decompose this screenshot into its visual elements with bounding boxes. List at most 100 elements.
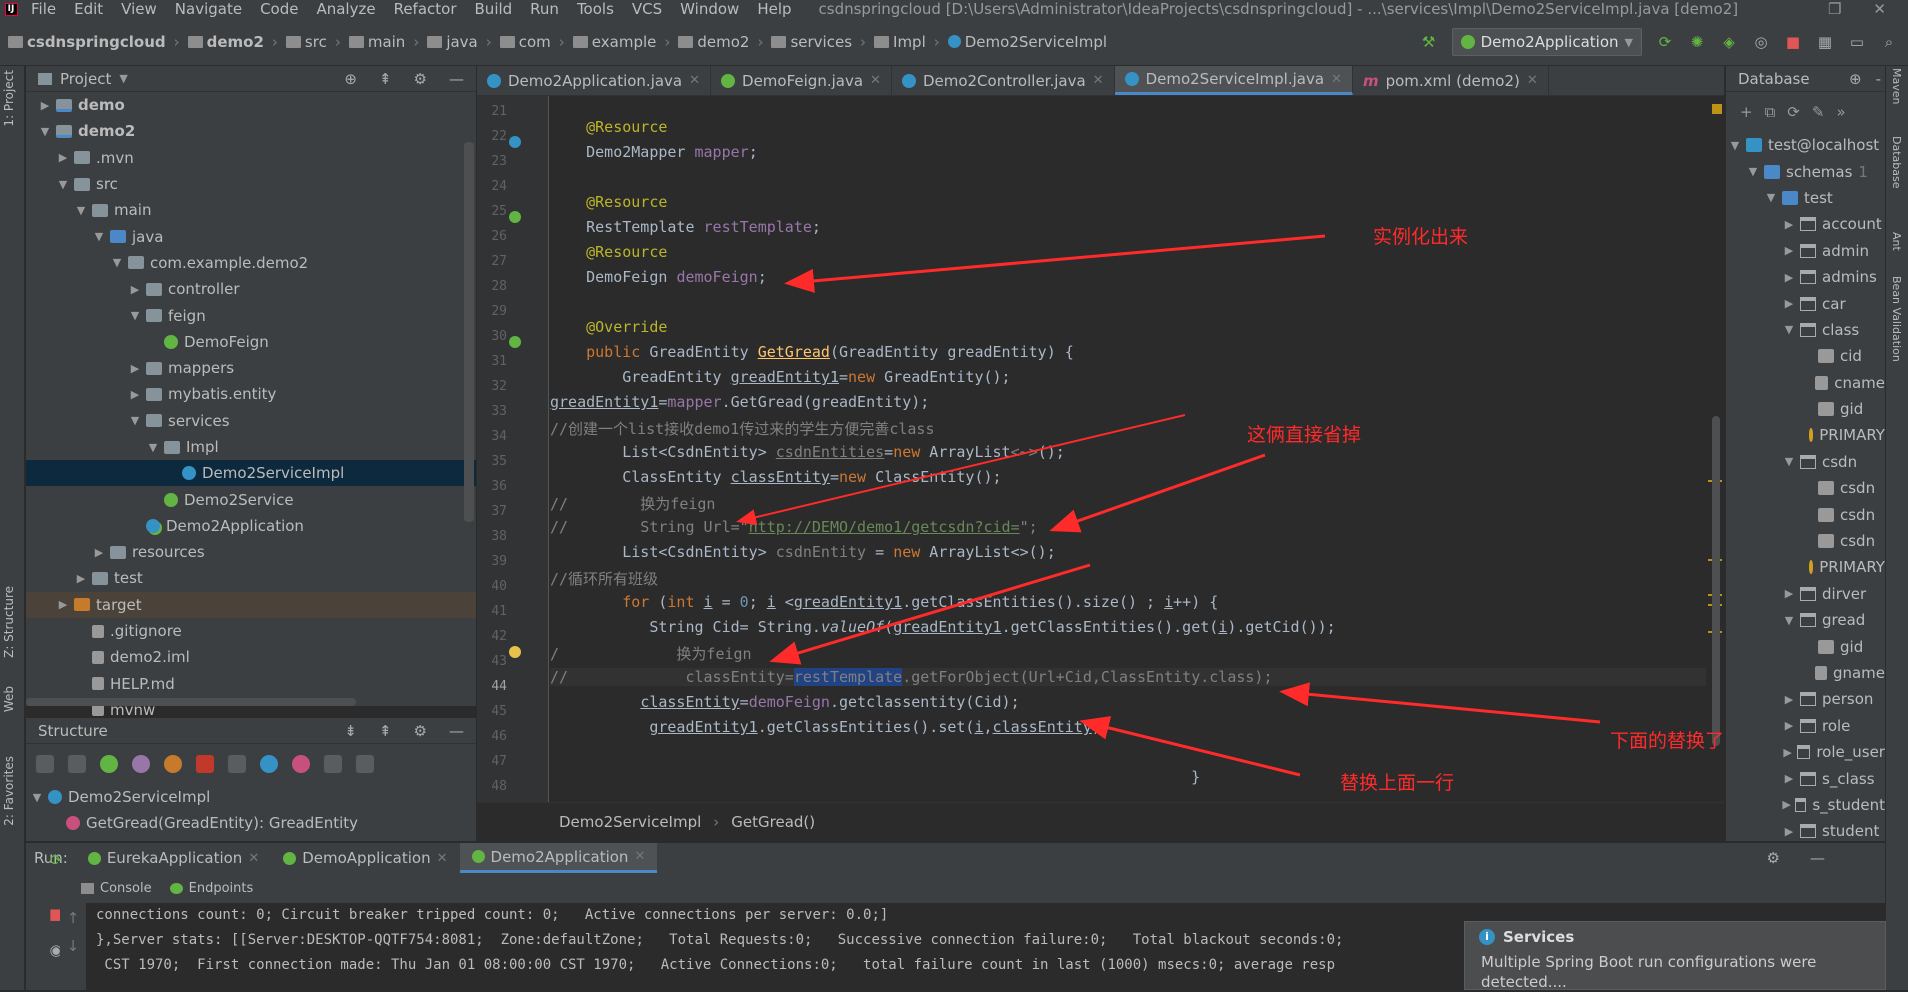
coverage-icon[interactable]: ◈ (1720, 33, 1738, 51)
menu-window[interactable]: Window (671, 0, 748, 18)
database-tree-item[interactable]: cid (1726, 343, 1885, 369)
ant-tool-tab[interactable]: Ant (1890, 232, 1903, 251)
breadcrumb-item[interactable]: main › (348, 33, 419, 51)
favorites-tool-tab[interactable]: 2: Favorites (2, 756, 16, 826)
project-tree-item[interactable]: HELP.md (26, 671, 476, 697)
chevron-down-icon[interactable]: ▼ (146, 441, 160, 454)
project-tree-item[interactable]: Demo2Service (26, 486, 476, 512)
database-tree-item[interactable]: PRIMARY (1726, 554, 1885, 580)
menu-edit[interactable]: Edit (65, 0, 112, 18)
chevron-down-icon[interactable]: ▼ (56, 178, 70, 191)
project-tree-item[interactable]: ▶ test (26, 565, 476, 591)
menu-build[interactable]: Build (466, 0, 522, 18)
bean-validation-tool-tab[interactable]: Bean Validation (1890, 276, 1903, 362)
chevron-down-icon[interactable]: ▼ (128, 309, 142, 322)
structure-class-row[interactable]: ▼ Demo2ServiceImpl (26, 784, 476, 810)
search-everywhere-icon[interactable]: ⌕ (1880, 33, 1898, 51)
database-tree-item[interactable]: ▼ test (1726, 185, 1885, 211)
chevron-right-icon[interactable]: ▶ (1782, 825, 1796, 838)
minimize-icon[interactable]: — (449, 722, 464, 740)
chevron-right-icon[interactable]: ▶ (56, 598, 70, 611)
close-icon[interactable]: ✕ (1527, 73, 1538, 88)
breadcrumb-item[interactable]: Impl › (874, 33, 940, 51)
close-icon[interactable]: ✕ (634, 849, 645, 864)
structure-tool-tab[interactable]: Z: Structure (2, 586, 16, 658)
rerun-icon[interactable]: ⟳ (1656, 33, 1674, 51)
menu-view[interactable]: View (112, 0, 166, 18)
maven-tool-tab[interactable]: Maven (1890, 68, 1903, 104)
editor-breadcrumb-method[interactable]: GetGread() (731, 813, 815, 831)
gear-icon[interactable]: ⚙ (414, 70, 427, 88)
database-tree-item[interactable]: csdn (1726, 528, 1885, 554)
close-icon[interactable]: ✕ (437, 851, 448, 866)
editor-scroll-thumb[interactable] (1712, 416, 1720, 746)
intention-bulb-icon[interactable] (509, 646, 521, 658)
database-tree-item[interactable]: ▼ test@localhost (1726, 132, 1885, 158)
project-tree-item[interactable]: ▼ java (26, 223, 476, 249)
editor-tab[interactable]: DemoFeign.java ✕ (711, 66, 892, 95)
sort-by-visibility-icon[interactable] (36, 755, 54, 773)
breadcrumb-item[interactable]: com › (499, 33, 565, 51)
project-panel-title[interactable]: Project (60, 70, 111, 88)
restore-window-icon[interactable]: ❐ (1828, 0, 1841, 18)
expand-all-icon[interactable]: ⇟ (344, 722, 357, 740)
database-tree-item[interactable]: ▶ role (1726, 713, 1885, 739)
breadcrumb-item[interactable]: example › (572, 33, 670, 51)
database-tree-item[interactable]: ▼ gread (1726, 607, 1885, 633)
database-tree-item[interactable]: ▶ s_class (1726, 765, 1885, 791)
implementation-gutter-icon[interactable] (509, 136, 521, 148)
database-tree-item[interactable]: csdn (1726, 475, 1885, 501)
editor-tab[interactable]: Demo2ServiceImpl.java ✕ (1114, 66, 1353, 95)
chevron-down-icon[interactable]: ▼ (1764, 191, 1778, 204)
breadcrumb-item[interactable]: src › (285, 33, 341, 51)
database-tree-item[interactable]: ▶ student (1726, 818, 1885, 841)
project-tree-item[interactable]: ▼ services (26, 408, 476, 434)
project-tree-item[interactable]: ▼ main (26, 197, 476, 223)
code-area[interactable]: @Resource Demo2Mapper mapper; @Resource … (550, 96, 1724, 802)
database-tree-item[interactable]: ▶ car (1726, 290, 1885, 316)
editor-scrollbar[interactable] (1706, 96, 1724, 802)
editor-breadcrumb-class[interactable]: Demo2ServiceImpl (559, 813, 701, 831)
run-tab-demo[interactable]: DemoApplication ✕ (271, 843, 459, 873)
menu-vcs[interactable]: VCS (623, 0, 671, 18)
database-tool-tab[interactable]: Database (1890, 136, 1903, 189)
editor-tab[interactable]: m pom.xml (demo2) ✕ (1353, 66, 1549, 95)
show-fields-icon[interactable] (164, 755, 182, 773)
chevron-down-icon[interactable]: ▼ (74, 204, 88, 217)
chevron-right-icon[interactable]: ▶ (92, 546, 106, 559)
editor-tab[interactable]: Demo2Controller.java ✕ (892, 66, 1115, 95)
database-tree-item[interactable]: ▶ account (1726, 211, 1885, 237)
project-tree-item[interactable]: ▼ src (26, 171, 476, 197)
close-window-icon[interactable]: ✕ (1873, 0, 1886, 18)
editor-tab[interactable]: Demo2Application.java ✕ (477, 66, 712, 95)
breadcrumb-item[interactable]: Demo2ServiceImpl (947, 33, 1107, 51)
breadcrumb-item[interactable]: csdnspringcloud › (8, 33, 180, 51)
database-tree-item[interactable]: gname (1726, 660, 1885, 686)
project-tree-item[interactable]: ▶ mybatis.entity (26, 381, 476, 407)
chevron-down-icon[interactable]: ▼ (1728, 139, 1742, 152)
chevron-right-icon[interactable]: ▶ (1782, 719, 1796, 732)
chevron-right-icon[interactable]: ▶ (56, 151, 70, 164)
breadcrumb-item[interactable]: demo2 › (678, 33, 763, 51)
database-tree-item[interactable]: ▼ csdn (1726, 449, 1885, 475)
services-notification[interactable]: i Services Multiple Spring Boot run confi… (1464, 921, 1886, 991)
chevron-right-icon[interactable]: ▶ (1782, 798, 1791, 811)
close-icon[interactable]: ✕ (1093, 73, 1104, 88)
project-tree-item[interactable]: ▶ demo (26, 92, 476, 118)
close-icon[interactable]: ✕ (1331, 72, 1342, 87)
debug-bug-icon[interactable]: ✺ (1688, 33, 1706, 51)
database-tree-item[interactable]: ▶ admins (1726, 264, 1885, 290)
chevron-down-icon[interactable]: ▼ (119, 72, 127, 85)
gear-icon[interactable]: ⚙ (1767, 849, 1780, 867)
show-lambdas-icon[interactable] (228, 755, 246, 773)
database-tree-item[interactable]: PRIMARY (1726, 422, 1885, 448)
run-tab-demo2[interactable]: Demo2Application ✕ (459, 843, 658, 873)
sort-alphabetically-icon[interactable] (68, 755, 86, 773)
project-hscrollbar[interactable] (26, 698, 356, 706)
toggle-window-icon[interactable]: ▭ (1848, 33, 1866, 51)
chevron-down-icon[interactable]: ▼ (1746, 165, 1760, 178)
project-tree-item[interactable]: ▶ controller (26, 276, 476, 302)
web-tool-tab[interactable]: Web (2, 686, 16, 712)
collapse-all-icon[interactable]: ⇞ (379, 722, 392, 740)
chevron-right-icon[interactable]: ▶ (128, 283, 142, 296)
